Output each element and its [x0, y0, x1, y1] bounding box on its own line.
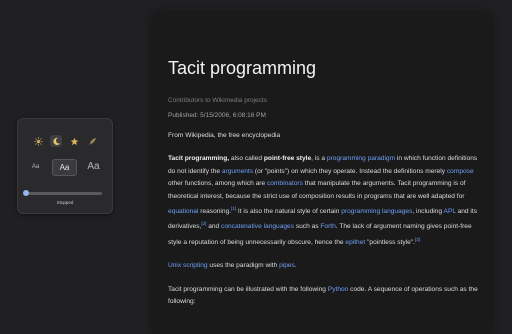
text: "pointless style".	[365, 239, 415, 246]
article-card: Tacit programming Contributors to Wikime…	[153, 14, 491, 334]
link-combinators[interactable]: combinators	[267, 180, 303, 187]
reader-settings-panel: Aa Aa Aa Stopped	[17, 118, 113, 214]
link-apl[interactable]: APL	[444, 208, 456, 215]
article-body: From Wikipedia, the free encyclopedia Ta…	[168, 130, 486, 319]
link-epithet[interactable]: epithet	[345, 239, 365, 246]
slider-thumb[interactable]	[23, 190, 29, 196]
link-equational[interactable]: equational	[168, 208, 198, 215]
text: .	[295, 262, 297, 269]
bold-term: Tacit programming,	[168, 155, 229, 162]
theme-selector	[32, 135, 98, 147]
font-size-selector: Aa Aa Aa	[24, 159, 105, 176]
sun-icon	[34, 137, 43, 146]
text: , is a	[311, 155, 327, 162]
text: and	[206, 223, 221, 230]
text: uses the paradigm with	[208, 262, 279, 269]
link-pipes[interactable]: pipes	[279, 262, 295, 269]
paragraph-intro: Tacit programming, also called point-fre…	[168, 153, 486, 249]
font-size-small-button[interactable]: Aa	[24, 159, 47, 174]
paragraph-unix: Unix scripting uses the paradigm with pi…	[168, 260, 486, 272]
theme-light-button[interactable]	[32, 135, 44, 147]
source-line: From Wikipedia, the free encyclopedia	[168, 130, 486, 142]
theme-sepia-button[interactable]	[68, 135, 80, 147]
text: It is also the natural style of certain	[236, 208, 341, 215]
moon-icon	[52, 137, 61, 146]
text: also called	[229, 155, 264, 162]
link-programming-paradigm[interactable]: programming paradigm	[327, 155, 395, 162]
star-icon	[70, 137, 79, 146]
link-forth[interactable]: Forth	[320, 223, 335, 230]
text: such as	[294, 223, 320, 230]
font-size-medium-button[interactable]: Aa	[52, 159, 77, 176]
link-concatenative-languages[interactable]: concatenative languages	[221, 223, 294, 230]
text: Tacit programming can be illustrated wit…	[168, 286, 328, 293]
text: reasoning.	[198, 208, 231, 215]
text: , including	[412, 208, 443, 215]
reference-3[interactable]: [3]	[415, 237, 420, 242]
article-title: Tacit programming	[168, 58, 316, 79]
link-unix-scripting[interactable]: Unix scripting	[168, 262, 208, 269]
font-size-large-button[interactable]: Aa	[82, 159, 105, 174]
link-programming-languages[interactable]: programming languages	[341, 208, 412, 215]
tts-status-label: Stopped	[18, 200, 112, 205]
theme-custom-button[interactable]	[86, 135, 98, 147]
tts-progress-slider[interactable]	[26, 192, 102, 195]
link-python[interactable]: Python	[328, 286, 349, 293]
paragraph-python: Tacit programming can be illustrated wit…	[168, 284, 486, 309]
article-published-date: Published: 5/15/2006, 6:08:16 PM	[168, 112, 266, 119]
bold-term: point-free style	[264, 155, 311, 162]
link-compose[interactable]: compose	[447, 168, 474, 175]
link-arguments[interactable]: arguments	[222, 168, 253, 175]
theme-dark-button[interactable]	[50, 135, 62, 147]
article-credits: Contributors to Wikimedia projects	[168, 97, 267, 104]
text: other functions, among which are	[168, 180, 267, 187]
text: (or "points") on which they operate. Ins…	[253, 168, 447, 175]
feather-icon	[88, 137, 97, 146]
